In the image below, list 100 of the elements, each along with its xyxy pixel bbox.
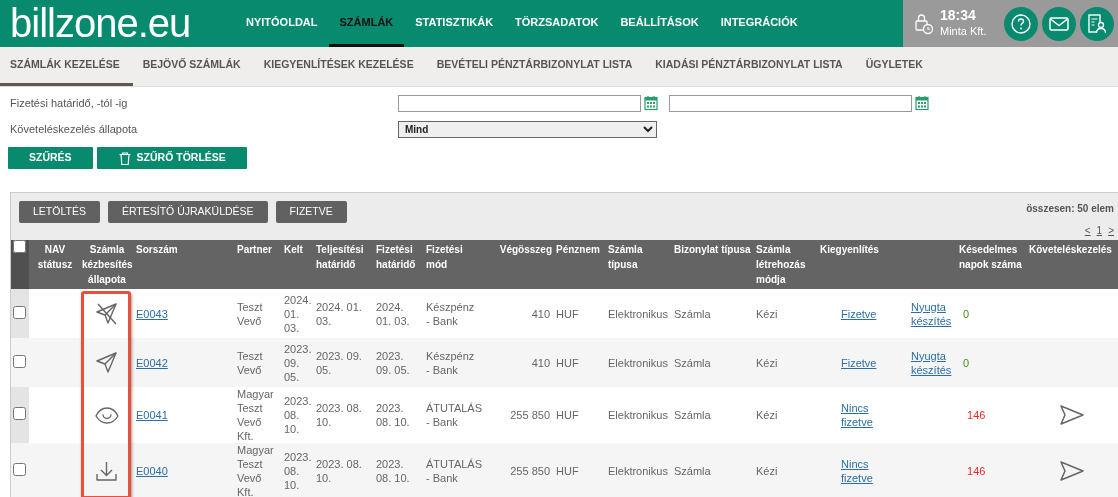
date-text: 2023. 08. 10. xyxy=(284,451,312,491)
nav-tab[interactable]: NYITÓOLDAL xyxy=(235,0,329,47)
calendar-icon[interactable] xyxy=(644,95,658,111)
invoice-number-link[interactable]: E0040 xyxy=(136,465,168,477)
creation-mode: Kézi xyxy=(756,409,778,421)
column-header: NAV státusz xyxy=(36,243,74,272)
invoice-type: Elektronikus xyxy=(608,307,668,320)
pagination-link[interactable]: 1 xyxy=(1096,225,1103,236)
settlement-link[interactable]: Nincs fizetve xyxy=(841,401,887,429)
amount-text: 410 xyxy=(531,356,550,369)
date-text: 2023. 08. 10. xyxy=(376,458,410,484)
late-days: 0 xyxy=(963,356,970,369)
date-text: 2023. 09. 05. xyxy=(376,349,410,376)
logo[interactable]: billzone.eu xyxy=(0,0,235,47)
date-text: 2024. 01. 03. xyxy=(316,300,362,327)
filter-button[interactable]: SZŰRÉS xyxy=(8,147,93,169)
partner-name: Teszt Vevő xyxy=(237,349,263,376)
company-name: Minta Kft. xyxy=(940,24,987,40)
column-header: Teljesítési határidő xyxy=(316,243,365,272)
payment-method: ÁTUTALÁS - Bank xyxy=(426,458,483,484)
currency-text: HUF xyxy=(556,409,579,421)
column-header: Pénznem xyxy=(556,243,601,257)
messages-button[interactable] xyxy=(1042,6,1076,41)
currency-text: HUF xyxy=(556,307,579,320)
document-type: Számla xyxy=(674,409,711,421)
subnav-tab[interactable]: BEJÖVŐ SZÁMLÁK xyxy=(132,47,254,86)
clear-filter-button[interactable]: SZŰRŐ TÖRLÉSE xyxy=(96,147,247,169)
send-arrow-icon xyxy=(1059,404,1085,426)
date-text: 2024. 01. 03. xyxy=(376,300,410,327)
column-header: Bizonylat típusa xyxy=(674,243,752,257)
date-text: 2023. 09. 05. xyxy=(284,342,312,383)
nav-tab[interactable]: BEÁLLÍTÁSOK xyxy=(609,0,710,47)
invoice-type: Elektronikus xyxy=(608,465,668,477)
pagination-link[interactable]: > xyxy=(1108,225,1114,236)
row-checkbox[interactable] xyxy=(13,305,26,319)
subnav-tab[interactable]: SZÁMLÁK KEZELÉSE xyxy=(0,47,133,86)
late-days: 146 xyxy=(967,465,986,477)
column-header: Számla létrehozás módja xyxy=(756,243,807,287)
payment-method: ÁTUTALÁS - Bank xyxy=(426,402,483,428)
lock-clock-icon xyxy=(913,12,934,35)
document-type: Számla xyxy=(674,307,711,320)
partner-name: Magyar Teszt Vevő Kft. xyxy=(237,388,274,442)
nav-tab[interactable]: STATISZTIKÁK xyxy=(404,0,505,47)
currency-text: HUF xyxy=(556,356,579,369)
date-field[interactable] xyxy=(669,94,912,112)
column-header: Számla típusa xyxy=(608,243,644,272)
pagination-link[interactable]: < xyxy=(1084,225,1091,236)
collection-send-button[interactable] xyxy=(1059,460,1085,482)
column-header: Kelt xyxy=(284,243,304,257)
settlement-link[interactable]: Fizetve xyxy=(841,306,877,321)
payment-method: Készpénz - Bank xyxy=(426,300,475,327)
filter-label: Követeléskezelés állapota xyxy=(10,121,139,137)
nav-tab[interactable]: TÖRZSADATOK xyxy=(504,0,610,47)
status-dropdown[interactable]: Mind xyxy=(398,120,657,138)
date-text: 2023. 08. 10. xyxy=(376,402,410,428)
subnav-tab[interactable]: KIEGYENLÍTÉSEK KEZELÉSE xyxy=(253,47,427,86)
action-button[interactable]: ÉRTESÍTŐ ÚJRAKÜLDÉSE xyxy=(107,201,268,223)
creation-mode: Kézi xyxy=(756,307,778,320)
select-all-checkbox[interactable] xyxy=(13,240,26,253)
document-user-icon xyxy=(1086,12,1108,35)
amount-text: 410 xyxy=(531,307,550,320)
nav-tab[interactable]: INTEGRÁCIÓK xyxy=(709,0,809,47)
row-checkbox[interactable] xyxy=(13,407,26,420)
subnav-tab[interactable]: ÜGYLETEK xyxy=(855,47,936,86)
column-header: Kiegyenlítés xyxy=(820,243,880,257)
column-header: Követeléskezelés xyxy=(1029,243,1113,257)
invoice-number-link[interactable]: E0042 xyxy=(136,356,168,369)
session-time: 18:34 xyxy=(940,7,977,24)
action-button[interactable]: LETÖLTÉS xyxy=(19,201,100,223)
subnav-tab[interactable]: BEVÉTELI PÉNZTÁRBIZONYLAT LISTA xyxy=(426,47,646,86)
date-text: 2024. 01. 03. xyxy=(284,293,312,334)
invoice-number-link[interactable]: E0041 xyxy=(136,409,168,421)
calendar-icon[interactable] xyxy=(915,95,929,111)
partner-name: Magyar Teszt Vevő Kft. xyxy=(237,444,274,497)
settlement-link[interactable]: Fizetve xyxy=(841,355,877,370)
currency-text: HUF xyxy=(556,465,579,477)
invoice-type: Elektronikus xyxy=(608,409,668,421)
action-button[interactable]: FIZETVE xyxy=(275,201,347,223)
creation-mode: Kézi xyxy=(756,465,778,477)
creation-mode: Kézi xyxy=(756,356,778,369)
payment-method: Készpénz - Bank xyxy=(426,349,475,376)
amount-text: 255 850 xyxy=(510,465,550,477)
filter-label: Fizetési határidő, -tól -ig xyxy=(10,95,129,111)
date-field[interactable] xyxy=(398,94,641,112)
column-header: Fizetési határidő xyxy=(376,243,417,272)
column-header: Sorszám xyxy=(136,243,179,257)
row-checkbox[interactable] xyxy=(13,354,26,368)
column-header: Számla kézbesítés állapota xyxy=(82,243,132,287)
trash-icon xyxy=(117,150,132,166)
collection-send-button[interactable] xyxy=(1059,404,1085,426)
subnav-tab[interactable]: KIADÁSI PÉNZTÁRBIZONYLAT LISTA xyxy=(645,47,856,86)
column-header: Fizetési mód xyxy=(426,243,464,272)
column-header: Partner xyxy=(237,243,273,257)
account-button[interactable] xyxy=(1080,6,1114,41)
help-button[interactable] xyxy=(1004,6,1038,41)
invoice-type: Elektronikus xyxy=(608,356,668,369)
row-checkbox[interactable] xyxy=(13,463,26,476)
invoice-number-link[interactable]: E0043 xyxy=(136,307,168,320)
help-icon xyxy=(1010,12,1032,35)
receipt-link[interactable]: Nyugta készítés xyxy=(911,299,953,328)
